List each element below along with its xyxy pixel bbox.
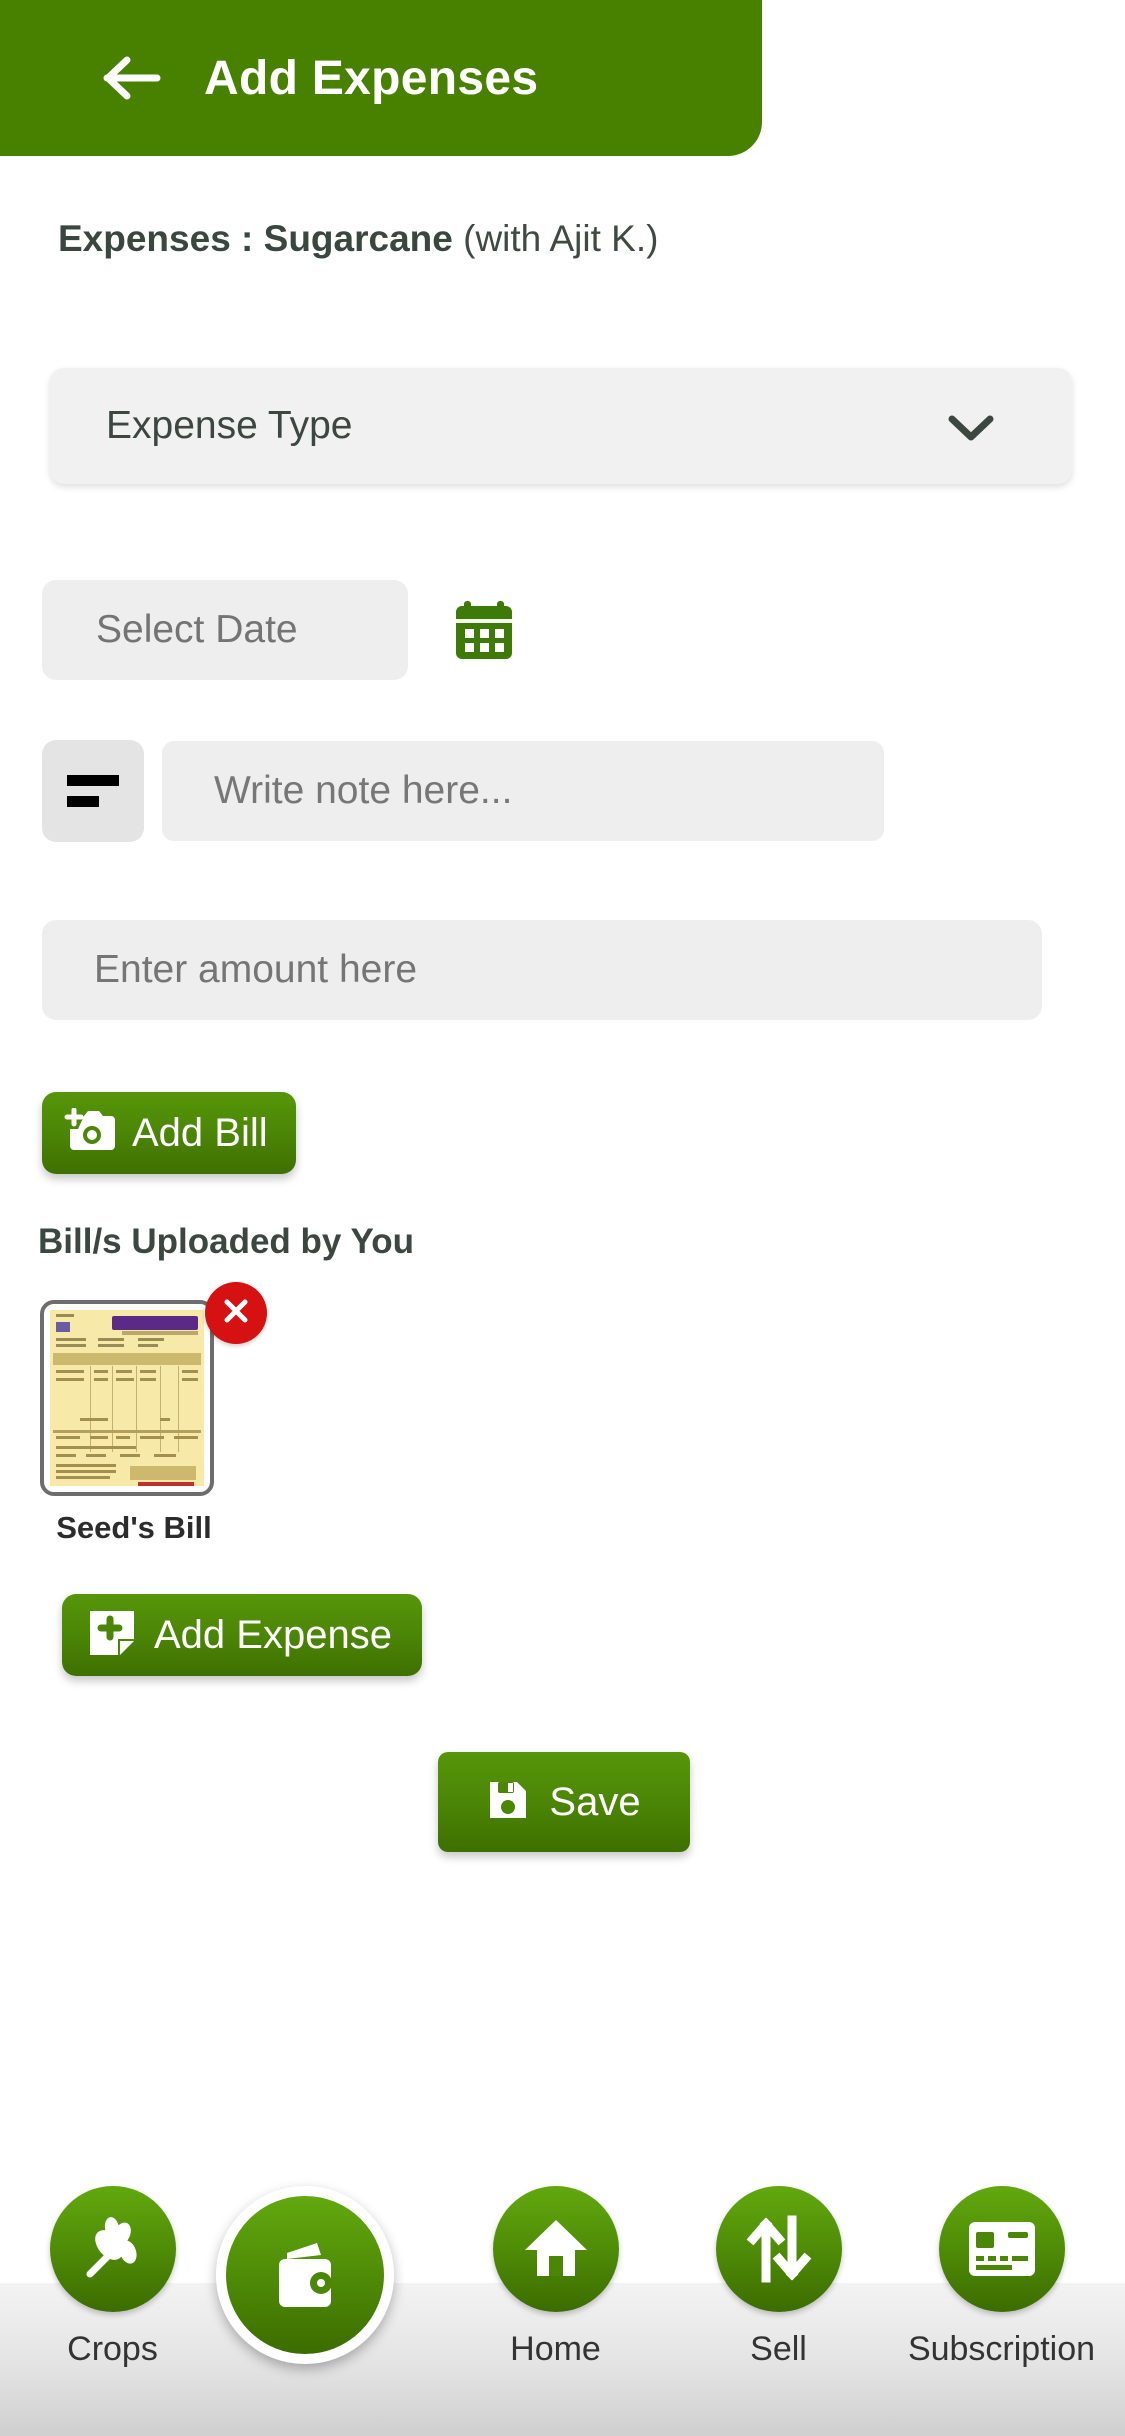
card-icon: [938, 2186, 1065, 2312]
wallet-icon: [216, 2186, 394, 2364]
nav-item-sell[interactable]: Sell: [666, 2186, 891, 2436]
bills-section-title: Bill/s Uploaded by You: [38, 1222, 414, 1261]
add-expense-button[interactable]: Add Expense: [62, 1594, 422, 1676]
nav-label-subscription: Subscription: [907, 2330, 1096, 2368]
chevron-down-icon: [948, 414, 994, 447]
calendar-icon[interactable]: [454, 599, 514, 661]
add-bill-button[interactable]: Add Bill: [42, 1092, 296, 1174]
expense-type-select[interactable]: Expense Type: [50, 368, 1072, 484]
sell-arrows-icon: [715, 2186, 842, 2312]
save-button[interactable]: Save: [438, 1752, 690, 1852]
camera-plus-icon: [64, 1107, 116, 1159]
add-bill-label: Add Bill: [132, 1110, 268, 1155]
note-line-top: [67, 775, 119, 786]
nav-label-crops: Crops: [67, 2330, 158, 2368]
app-header: Add Expenses: [0, 0, 762, 156]
amount-placeholder: Enter amount here: [94, 948, 418, 991]
nav-label-home: Home: [510, 2330, 601, 2368]
arrow-left-icon: [103, 54, 163, 102]
delete-bill-button[interactable]: [205, 1282, 267, 1344]
note-placeholder: Write note here...: [214, 769, 513, 812]
note-input[interactable]: Write note here...: [162, 741, 884, 841]
date-input[interactable]: Select Date: [42, 580, 408, 680]
breadcrumb-partner: (with Ajit K.): [452, 218, 659, 259]
add-expense-label: Add Expense: [154, 1612, 392, 1657]
bottom-navigation-items: Crops Home Sell Subscription: [0, 2116, 1125, 2436]
note-lines-icon[interactable]: [42, 740, 144, 842]
breadcrumb-crop: Expenses : Sugarcane: [58, 218, 453, 259]
breadcrumb: Expenses : Sugarcane (with Ajit K.): [58, 218, 658, 260]
nav-item-subscription[interactable]: Subscription: [889, 2186, 1114, 2436]
nav-label-sell: Sell: [750, 2330, 807, 2368]
nav-item-wallet[interactable]: [180, 2186, 430, 2436]
nav-item-home[interactable]: Home: [443, 2186, 668, 2436]
floppy-disk-icon: [487, 1779, 529, 1826]
amount-input[interactable]: Enter amount here: [42, 920, 1042, 1020]
note-line-bottom: [67, 796, 99, 807]
expense-type-label: Expense Type: [106, 404, 353, 447]
home-icon: [492, 2186, 619, 2312]
bill-thumbnail[interactable]: [40, 1300, 214, 1496]
bill-item: Seed's Bill: [40, 1282, 267, 1545]
date-row: Select Date: [42, 580, 514, 680]
date-placeholder: Select Date: [96, 608, 298, 651]
close-icon: [220, 1295, 252, 1332]
bill-label: Seed's Bill: [56, 1510, 212, 1545]
note-row: Write note here...: [42, 740, 884, 842]
save-label: Save: [549, 1779, 641, 1824]
plant-leaf-icon: [49, 2186, 176, 2312]
back-button[interactable]: [78, 23, 188, 133]
page-title: Add Expenses: [204, 51, 539, 105]
bill-image: [50, 1310, 204, 1486]
note-plus-icon: [88, 1609, 136, 1662]
app-screen: Add Expenses Expenses : Sugarcane (with …: [0, 0, 1125, 2436]
